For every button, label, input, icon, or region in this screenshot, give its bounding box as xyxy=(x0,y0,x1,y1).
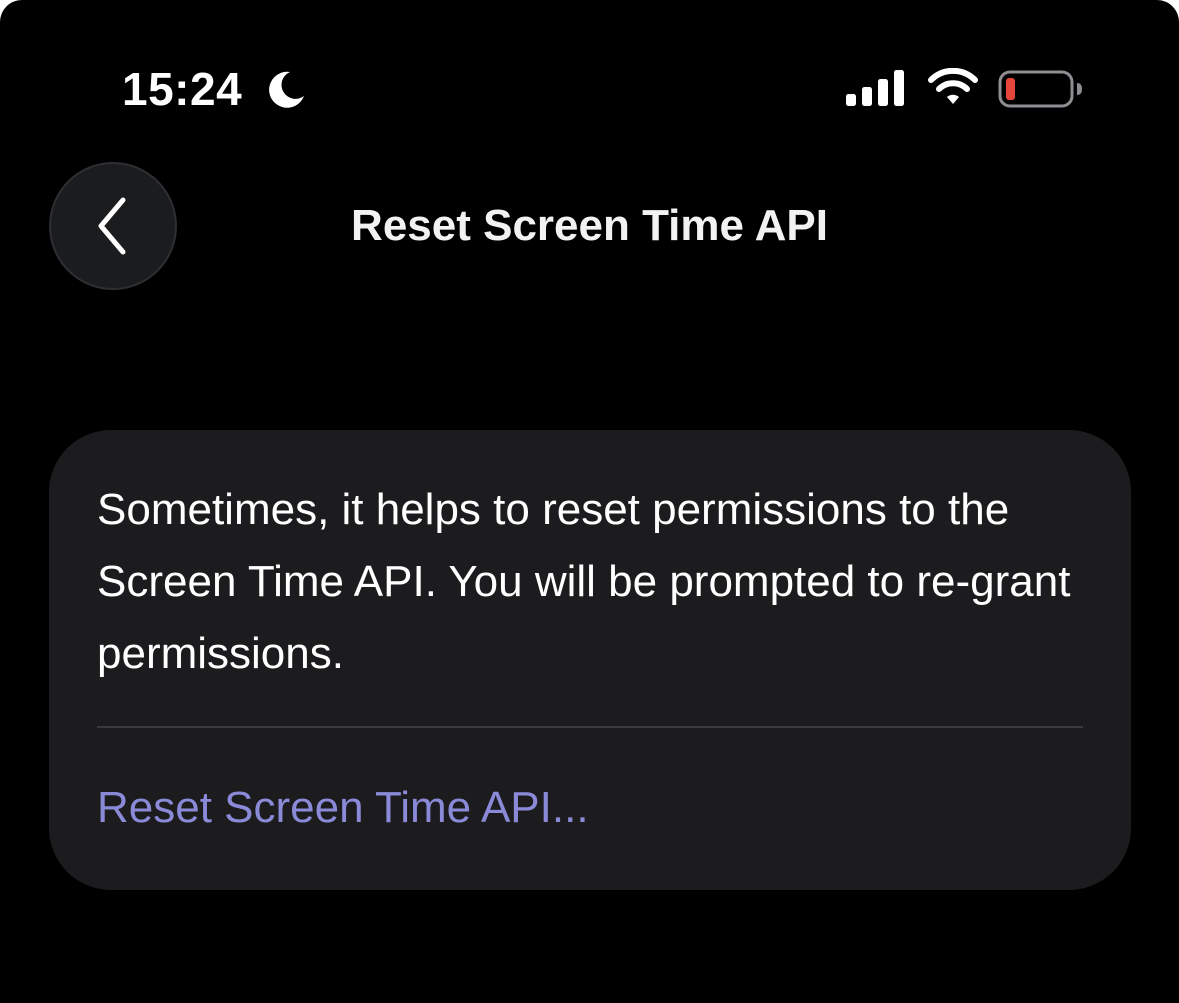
card-description: Sometimes, it helps to reset permissions… xyxy=(97,485,1071,678)
cellular-signal-icon xyxy=(846,70,904,106)
settings-card: Sometimes, it helps to reset permissions… xyxy=(49,430,1131,890)
page-title: Reset Screen Time API xyxy=(351,201,828,250)
status-time: 15:24 xyxy=(122,63,243,115)
wifi-icon xyxy=(928,68,978,104)
moon-icon xyxy=(269,71,304,108)
reset-screen-time-api-button[interactable]: Reset Screen Time API... xyxy=(97,778,589,838)
divider xyxy=(97,726,1083,728)
screen: 15:24 Reset Screen Time API Sometimes, i… xyxy=(0,0,1179,1003)
battery-low-icon xyxy=(998,70,1082,108)
